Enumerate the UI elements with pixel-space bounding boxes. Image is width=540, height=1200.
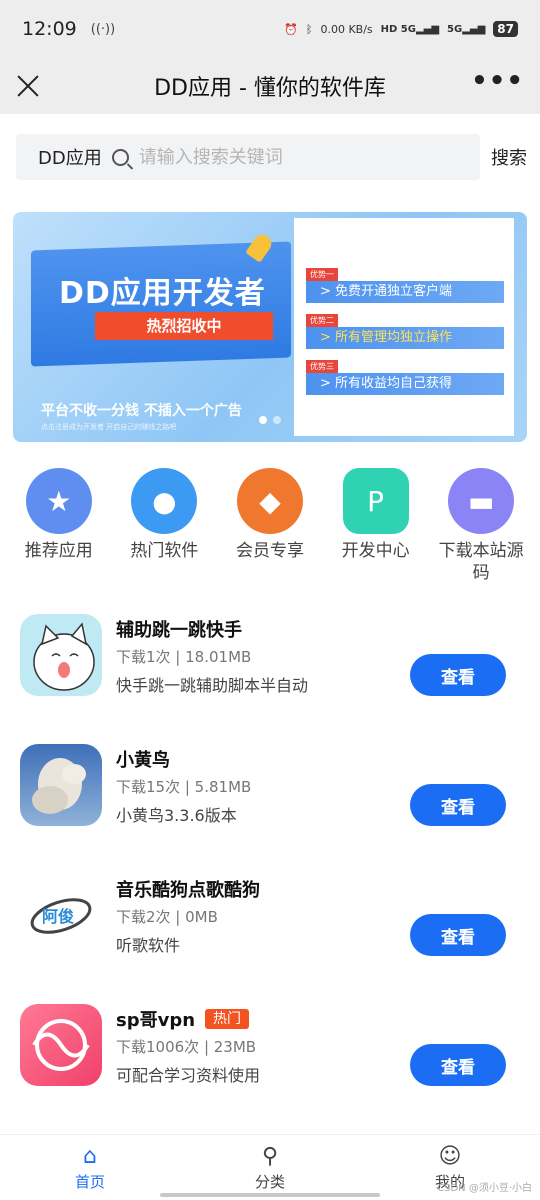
app-description: 小黄鸟3.3.6版本 xyxy=(116,806,237,825)
bluetooth-icon: ᛒ xyxy=(305,22,313,36)
view-button[interactable]: 查看 xyxy=(410,914,506,956)
bookmark-star-icon: ★ xyxy=(25,468,92,534)
home-icon: ⌂ xyxy=(83,1144,97,1169)
watermark: CSDN @须小豆·小白 xyxy=(437,1183,532,1194)
banner-title: DD应用开发者 xyxy=(59,276,266,311)
app-name-text: sp哥vpn xyxy=(116,1010,196,1031)
status-bar: 12:09 ((·)) ⏰ ᛒ 0.00 KB/s HD 5G▂▄▆ 5G▂▄▆… xyxy=(0,0,540,58)
app-name-text: 小黄鸟 xyxy=(116,750,170,771)
app-meta: 下载1006次 | 23MB xyxy=(116,1038,257,1056)
hot-badge: 热门 xyxy=(205,1009,250,1029)
quick-entry-vip[interactable]: ◆ 会员专享 xyxy=(220,468,320,584)
footprint-icon: ● xyxy=(131,468,198,534)
battery-level: 87 xyxy=(493,21,518,37)
signal-icon-2: 5G▂▄▆ xyxy=(447,23,486,35)
status-time: 12:09 xyxy=(22,18,77,40)
quick-entry-label: 开发中心 xyxy=(341,541,410,561)
carousel-dot[interactable] xyxy=(273,416,281,424)
list-item[interactable]: 阿俊 音乐酷狗点歌酷狗 下载2次 | 0MB 听歌软件 查看 xyxy=(20,874,520,1004)
app-description: 快手跳一跳辅助脚本半自动 xyxy=(116,676,309,695)
search-row: DD应用 搜索 xyxy=(0,114,540,186)
tab-label: 分类 xyxy=(254,1173,285,1191)
app-name: sp哥vpn 热门 xyxy=(116,1004,260,1034)
advantage-item: 优势三 > 所有收益均自己获得 xyxy=(306,354,504,395)
alarm-icon: ⏰ xyxy=(284,22,298,36)
app-meta: 下载2次 | 0MB xyxy=(116,908,218,926)
app-info: 音乐酷狗点歌酷狗 下载2次 | 0MB 听歌软件 xyxy=(116,874,260,956)
advantage-item: 优势二 > 所有管理均独立操作 xyxy=(306,308,504,349)
advantage-text: > 所有收益均自己获得 xyxy=(306,373,504,395)
app-info: 辅助跳一跳快手 下载1次 | 18.01MB 快手跳一跳辅助脚本半自动 xyxy=(116,614,308,696)
nfc-icon: ((·)) xyxy=(90,21,116,37)
carousel-dot-active[interactable] xyxy=(259,416,267,424)
advantage-tag: 优势三 xyxy=(306,360,338,373)
page-title: DD应用 - 懂你的软件库 xyxy=(154,76,386,101)
view-button[interactable]: 查看 xyxy=(410,1044,506,1086)
advantage-tag: 优势二 xyxy=(306,314,338,327)
bottom-tab-bar: ⌂ 首页 ⚲ 分类 ☺ 我的 CSDN @须小豆·小白 xyxy=(0,1134,540,1200)
user-icon: ☺ xyxy=(438,1144,462,1169)
music-app-logo-icon: 阿俊 xyxy=(20,874,102,956)
quick-entry-recommended[interactable]: ★ 推荐应用 xyxy=(9,468,109,584)
more-options-icon[interactable]: ••• xyxy=(471,68,524,96)
network-speed: 0.00 KB/s xyxy=(320,22,373,36)
developer-logo-icon: P xyxy=(342,468,409,534)
nav-bar: DD应用 - 懂你的软件库 ••• xyxy=(0,58,540,114)
cloud-app-icon xyxy=(20,744,102,826)
quick-entry-hot[interactable]: ● 热门软件 xyxy=(114,468,214,584)
tab-home[interactable]: ⌂ 首页 xyxy=(0,1135,180,1200)
app-description: 听歌软件 xyxy=(116,936,181,955)
app-list: 辅助跳一跳快手 下载1次 | 18.01MB 快手跳一跳辅助脚本半自动 查看 小… xyxy=(0,614,540,1134)
app-name: 辅助跳一跳快手 xyxy=(116,614,308,644)
app-name: 小黄鸟 xyxy=(116,744,251,774)
search-icon: ⚲ xyxy=(261,1144,279,1169)
quick-entry-label: 热门软件 xyxy=(130,541,199,561)
promo-banner[interactable]: DD应用开发者 热烈招收中 平台不收一分钱 不插入一个广告 点击注册成为开发者 … xyxy=(13,212,527,442)
app-description: 可配合学习资料使用 xyxy=(116,1066,261,1085)
wave-app-icon xyxy=(20,1004,102,1086)
view-button[interactable]: 查看 xyxy=(410,784,506,826)
diamond-icon: ◆ xyxy=(236,468,303,534)
quick-entry-developer[interactable]: P 开发中心 xyxy=(326,468,426,584)
advantage-text: > 所有管理均独立操作 xyxy=(306,327,504,349)
quick-entry-source[interactable]: ▬ 下载本站源码 xyxy=(431,468,531,584)
advantage-item: 优势一 > 免费开通独立客户端 xyxy=(306,262,504,303)
banner-advantages-card: 优势一 > 免费开通独立客户端 优势二 > 所有管理均独立操作 优势三 > 所有… xyxy=(294,218,514,436)
cat-app-icon xyxy=(20,614,102,696)
app-name-text: 辅助跳一跳快手 xyxy=(116,620,242,641)
carousel-indicator xyxy=(259,416,281,424)
tab-category[interactable]: ⚲ 分类 xyxy=(180,1135,360,1200)
search-site-label: DD应用 xyxy=(38,148,102,169)
search-button[interactable]: 搜索 xyxy=(491,144,527,170)
app-meta: 下载15次 | 5.81MB xyxy=(116,778,252,796)
signal-icon: HD 5G▂▄▆ xyxy=(380,23,440,35)
quick-entry-label: 会员专享 xyxy=(235,541,304,561)
banner-ribbon: 热烈招收中 xyxy=(95,312,273,340)
quick-entries: ★ 推荐应用 ● 热门软件 ◆ 会员专享 P 开发中心 ▬ 下载本站源码 xyxy=(0,442,540,584)
banner-slogan: 平台不收一分钱 不插入一个广告 xyxy=(41,403,242,419)
app-meta: 下载1次 | 18.01MB xyxy=(116,648,252,666)
advantage-text: > 免费开通独立客户端 xyxy=(306,281,504,303)
search-icon xyxy=(111,148,129,166)
banner-subtext: 点击注册成为开发者 开启自己的赚钱之路吧 xyxy=(41,423,177,431)
tab-label: 首页 xyxy=(74,1173,105,1191)
view-button[interactable]: 查看 xyxy=(410,654,506,696)
home-indicator[interactable] xyxy=(160,1193,380,1197)
close-icon[interactable] xyxy=(16,74,40,98)
search-input[interactable] xyxy=(138,146,466,168)
quick-entry-label: 下载本站源码 xyxy=(438,541,524,583)
app-name: 音乐酷狗点歌酷狗 xyxy=(116,874,260,904)
list-item[interactable]: sp哥vpn 热门 下载1006次 | 23MB 可配合学习资料使用 查看 xyxy=(20,1004,520,1134)
app-name-text: 音乐酷狗点歌酷狗 xyxy=(116,880,260,901)
folder-icon: ▬ xyxy=(448,468,515,534)
list-item[interactable]: 辅助跳一跳快手 下载1次 | 18.01MB 快手跳一跳辅助脚本半自动 查看 xyxy=(20,614,520,744)
logo-text: 阿俊 xyxy=(42,907,74,926)
app-info: 小黄鸟 下载15次 | 5.81MB 小黄鸟3.3.6版本 xyxy=(116,744,251,826)
advantage-tag: 优势一 xyxy=(306,268,338,281)
quick-entry-label: 推荐应用 xyxy=(24,541,93,561)
list-item[interactable]: 小黄鸟 下载15次 | 5.81MB 小黄鸟3.3.6版本 查看 xyxy=(20,744,520,874)
app-info: sp哥vpn 热门 下载1006次 | 23MB 可配合学习资料使用 xyxy=(116,1004,260,1086)
search-box[interactable]: DD应用 xyxy=(16,134,480,180)
status-icons: ⏰ ᛒ 0.00 KB/s HD 5G▂▄▆ 5G▂▄▆ 87 xyxy=(284,21,518,37)
